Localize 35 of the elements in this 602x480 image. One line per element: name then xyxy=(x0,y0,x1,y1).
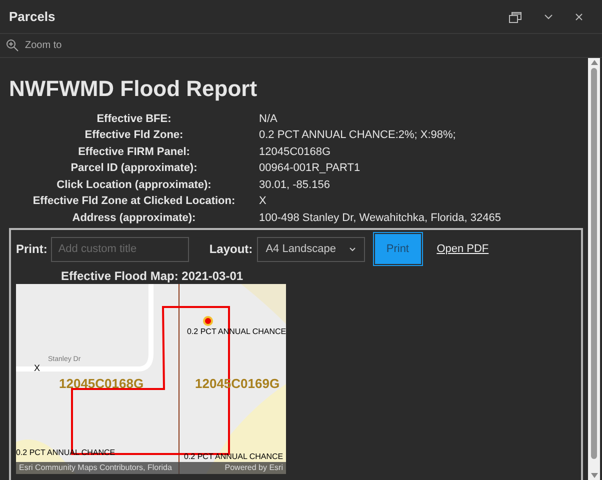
field-label: Address (approximate): xyxy=(71,210,197,226)
print-label: Print: xyxy=(16,241,48,258)
title-input[interactable]: Add custom title xyxy=(51,236,190,262)
field-label: Click Location (approximate): xyxy=(56,178,212,192)
report-title: NWFWMD Flood Report xyxy=(9,75,258,102)
zoom-to-button[interactable]: Zoom to xyxy=(6,38,62,53)
scrollbar[interactable] xyxy=(588,58,600,480)
powered-by-text: Powered by Esri xyxy=(224,462,283,474)
field-label: Effective BFE: xyxy=(96,112,172,126)
window-title: Parcels xyxy=(9,8,56,26)
chevron-down-icon[interactable] xyxy=(544,14,553,20)
field-label: Effective Fld Zone: xyxy=(84,128,184,143)
scroll-up-icon[interactable] xyxy=(590,60,598,65)
field-value: 30.01, -85.156 xyxy=(259,178,331,192)
layout-dropdown[interactable]: A4 Landscape xyxy=(256,236,365,262)
field-value: N/A xyxy=(259,112,278,126)
map-attribution: Esri Community Maps Contributors, Florida xyxy=(19,462,172,474)
field-label: Parcel ID (approximate): xyxy=(70,161,198,176)
scroll-down-icon[interactable] xyxy=(590,473,598,478)
chevron-down-icon xyxy=(348,246,356,252)
field-value: 0.2 PCT ANNUAL CHANCE:2%; X:98%; xyxy=(259,128,457,143)
field-label: Effective Fld Zone at Clicked Location: xyxy=(32,194,236,209)
field-label: Effective FIRM Panel: xyxy=(77,144,191,160)
dock-icon[interactable] xyxy=(509,10,522,22)
marker-label: X xyxy=(34,364,40,373)
zoom-in-icon xyxy=(6,39,19,52)
field-value: 12045C0168G xyxy=(259,144,332,160)
field-value: 00964-001R_PART1 xyxy=(259,161,362,176)
close-icon[interactable] xyxy=(575,12,583,20)
open-pdf-link[interactable]: Open PDF xyxy=(436,240,489,258)
field-value: 100-498 Stanley Dr, Wewahitchka, Florida, 32465 xyxy=(259,210,502,226)
panel-label: 12045C0168G xyxy=(59,377,144,390)
layout-label: Layout: xyxy=(209,241,253,258)
field-value: X xyxy=(259,194,268,209)
map-title: Effective Flood Map: 2021-03-01 xyxy=(61,270,244,282)
